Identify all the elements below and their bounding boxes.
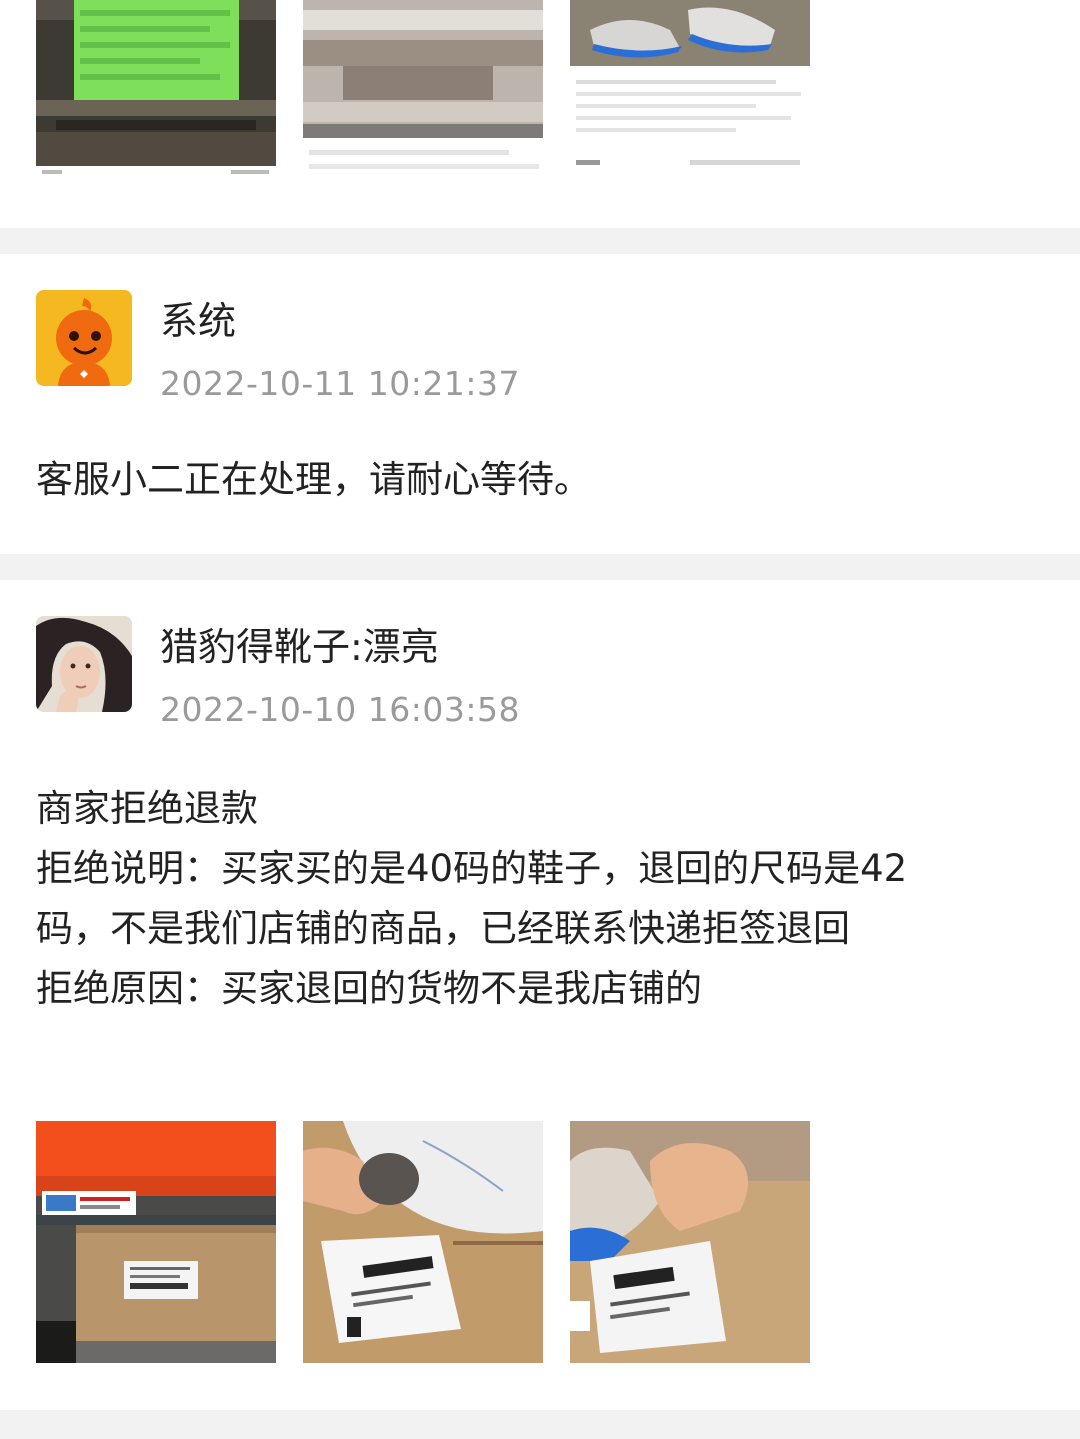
shoe-listing-screenshot-image[interactable] bbox=[570, 0, 810, 242]
post-message-line: 拒绝原因：买家退回的货物不是我店铺的 bbox=[36, 967, 702, 1010]
shoe-tag-photo-image[interactable] bbox=[570, 1121, 810, 1363]
chat-screenshot-image[interactable] bbox=[36, 0, 276, 242]
previous-post-card bbox=[0, 0, 1080, 228]
user-avatar[interactable] bbox=[36, 616, 132, 712]
post-timestamp: 2022-10-11 10:21:37 bbox=[160, 364, 520, 403]
post-message-line: 商家拒绝退款 bbox=[36, 787, 258, 830]
author-name: 猎豹得靴子:漂亮 bbox=[160, 625, 439, 669]
dispute-history-page: 系统 2022-10-11 10:21:37 客服小二正在处理，请耐心等待。 猎… bbox=[0, 0, 1080, 1439]
post-message: 客服小二正在处理，请耐心等待。 bbox=[36, 458, 591, 501]
blurred-photo-image[interactable] bbox=[303, 0, 543, 242]
system-post-card: 系统 2022-10-11 10:21:37 客服小二正在处理，请耐心等待。 bbox=[0, 254, 1080, 554]
post-message-line: 拒绝说明：买家买的是40码的鞋子，退回的尺码是42 bbox=[36, 847, 908, 890]
author-name: 系统 bbox=[160, 299, 237, 343]
post-timestamp: 2022-10-10 16:03:58 bbox=[160, 690, 520, 729]
return-label-photo-image[interactable] bbox=[303, 1121, 543, 1363]
seller-post-card: 猎豹得靴子:漂亮 2022-10-10 16:03:58 商家拒绝退款 拒绝说明… bbox=[0, 580, 1080, 1410]
post-message-line: 码，不是我们店铺的商品，已经联系快递拒签退回 bbox=[36, 907, 850, 950]
attached-photos bbox=[36, 1121, 810, 1363]
shoebox-photo-image[interactable] bbox=[36, 1121, 276, 1363]
taobao-mascot-icon[interactable] bbox=[36, 290, 132, 386]
